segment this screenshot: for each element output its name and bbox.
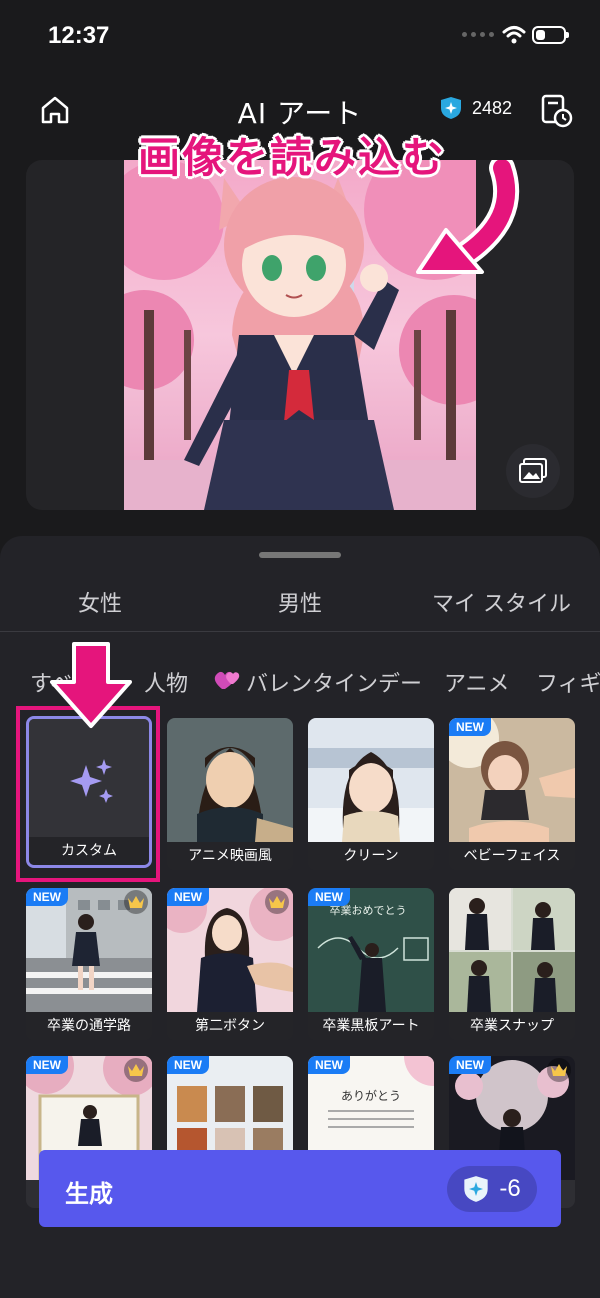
tab-male[interactable]: 男性 <box>278 586 322 618</box>
cost-value: -6 <box>499 1175 521 1202</box>
chip-people[interactable]: 人物 <box>144 666 188 698</box>
signal-icon <box>462 32 494 37</box>
crown-icon <box>124 890 148 914</box>
style-card-baby-face[interactable]: NEW ベビーフェイス <box>449 718 575 870</box>
new-badge: NEW <box>449 718 491 736</box>
gallery-button[interactable] <box>506 444 560 498</box>
new-badge: NEW <box>449 1056 491 1074</box>
crown-icon <box>547 1058 571 1082</box>
new-badge: NEW <box>167 1056 209 1074</box>
annotation-down-arrow-icon <box>50 642 132 728</box>
credit-shield-icon <box>464 1176 488 1202</box>
credit-balance[interactable]: 2482 <box>440 96 512 120</box>
new-badge: NEW <box>308 1056 350 1074</box>
card-label: 第二ボタン <box>167 1012 293 1040</box>
style-card-chalkboard[interactable]: 卒業おめでとう NEW 卒業黒板アート <box>308 888 434 1040</box>
tab-my-style[interactable]: マイ スタイル <box>432 586 571 618</box>
heart-icon <box>214 669 242 697</box>
style-card-anime-movie[interactable]: アニメ映画風 <box>167 718 293 870</box>
chip-valentine[interactable]: バレンタインデー <box>214 666 422 698</box>
battery-icon <box>532 26 569 44</box>
annotation-arrow-icon <box>416 160 520 274</box>
chip-valentine-label: バレンタインデー <box>246 672 423 697</box>
thanks-text: ありがとう <box>341 1088 401 1103</box>
style-card-clean[interactable]: クリーン <box>308 718 434 870</box>
new-badge: NEW <box>308 888 350 906</box>
tab-female[interactable]: 女性 <box>78 586 122 618</box>
card-thumb <box>449 888 575 1012</box>
card-label: クリーン <box>308 842 434 870</box>
card-label: ベビーフェイス <box>449 842 575 870</box>
card-label: 卒業スナップ <box>449 1012 575 1040</box>
new-badge: NEW <box>26 888 68 906</box>
style-card-grad-snap[interactable]: 卒業スナップ <box>449 888 575 1040</box>
wifi-icon <box>502 26 526 44</box>
history-icon[interactable] <box>538 92 574 128</box>
annotation-load-image: 画像を読み込む <box>138 133 447 182</box>
annotation-highlight-box <box>16 706 160 882</box>
card-label: アニメ映画風 <box>167 842 293 870</box>
status-bar: 12:37 <box>0 0 600 80</box>
generate-button[interactable]: 生成 -6 <box>39 1150 561 1227</box>
new-badge: NEW <box>167 888 209 906</box>
chip-anime[interactable]: アニメ <box>444 666 510 698</box>
style-card-second-button[interactable]: NEW 第二ボタン <box>167 888 293 1040</box>
generate-cost: -6 <box>447 1166 537 1212</box>
crown-icon <box>124 1058 148 1082</box>
status-time: 12:37 <box>48 22 110 49</box>
sheet-drag-handle[interactable] <box>259 552 341 558</box>
style-card-school-road[interactable]: NEW 卒業の通学路 <box>26 888 152 1040</box>
chip-figure[interactable]: フィギ <box>536 666 600 698</box>
card-thumb <box>167 718 293 842</box>
credit-shield-icon <box>441 97 461 119</box>
card-thumb <box>449 718 575 842</box>
card-thumb <box>308 718 434 842</box>
credit-count: 2482 <box>472 97 513 118</box>
card-thumb: 卒業おめでとう <box>308 888 434 1012</box>
card-label: 卒業黒板アート <box>308 1012 434 1040</box>
generate-label: 生成 <box>65 1180 113 1208</box>
tabs-divider <box>0 631 600 632</box>
card-label: 卒業の通学路 <box>26 1012 152 1040</box>
gallery-icon <box>519 458 547 483</box>
crown-icon <box>265 890 289 914</box>
new-badge: NEW <box>26 1056 68 1074</box>
gender-tabs: 女性 男性 マイ スタイル <box>0 580 600 628</box>
